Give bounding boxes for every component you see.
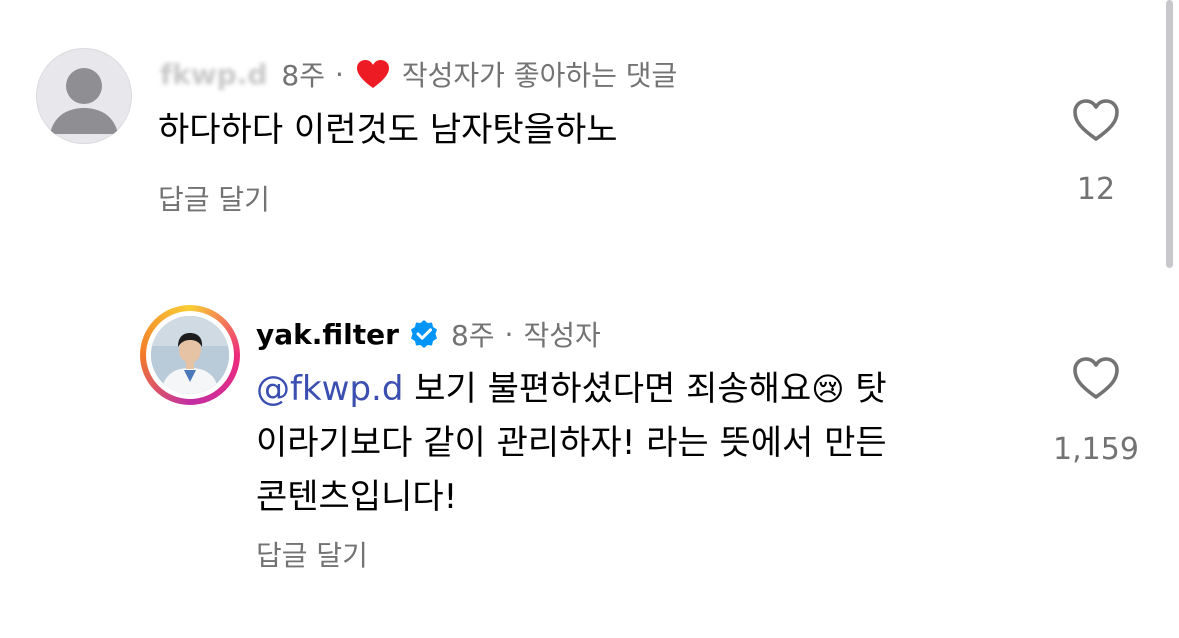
red-heart-icon [356,59,390,89]
story-ring-avatar[interactable] [140,305,240,405]
author-avatar-photo [151,316,229,394]
comment-line-1-text: 보기 불편하셨다면 죄송해요 [403,369,812,409]
author-username[interactable]: yak.filter [256,318,399,351]
like-count: 12 [1076,172,1116,207]
comment-meta: fkwp.d 8주 · 작성자가 좋아하는 댓글 [160,54,677,94]
verified-badge-icon [409,319,439,349]
comment-time: 8주 [281,59,325,92]
meta-separator: · [334,57,344,91]
heart-outline-icon[interactable] [1072,98,1120,142]
author-comment-time: 8주 [450,319,495,352]
author-comment-line-3: 콘텐츠입니다! [256,477,458,517]
comment-fkwp: fkwp.d 8주 · 작성자가 좋아하는 댓글 하다하다 이런것도 남자탓을하… [0,0,1179,270]
default-avatar-icon[interactable] [36,48,132,144]
author-tag: 작성자 [523,319,601,352]
comment-text: 하다하다 이런것도 남자탓을하노 [158,110,618,150]
author-comment-meta: yak.filter 8주 · 작성자 [256,314,601,354]
heart-outline-icon[interactable] [1072,356,1120,400]
like-count: 1,159 [1053,432,1139,467]
author-comment-text: @fkwp.d 보기 불편하셨다면 죄송해요😢 탓 이라기보다 같이 관리하자!… [256,362,1016,524]
reply-button[interactable]: 답글 달기 [158,178,270,218]
author-comment-line-1: @fkwp.d 보기 불편하셨다면 죄송해요😢 탓 [256,362,1016,416]
crying-face-emoji: 😢 [811,370,845,408]
scrollbar[interactable] [1166,0,1173,268]
comment-line-1-end: 탓 [844,369,887,409]
comment-username[interactable]: fkwp.d [160,58,267,91]
mention-link[interactable]: @fkwp.d [256,369,403,409]
comment-author-reply: yak.filter 8주 · 작성자 @fkwp.d 보기 불편하셨다면 죄송… [0,290,1179,638]
meta-separator: · [504,317,514,351]
liked-by-author-badge: 작성자가 좋아하는 댓글 [401,59,678,92]
author-comment-line-2: 이라기보다 같이 관리하자! 라는 뜻에서 만든 [256,423,887,463]
reply-button[interactable]: 답글 달기 [256,534,368,574]
